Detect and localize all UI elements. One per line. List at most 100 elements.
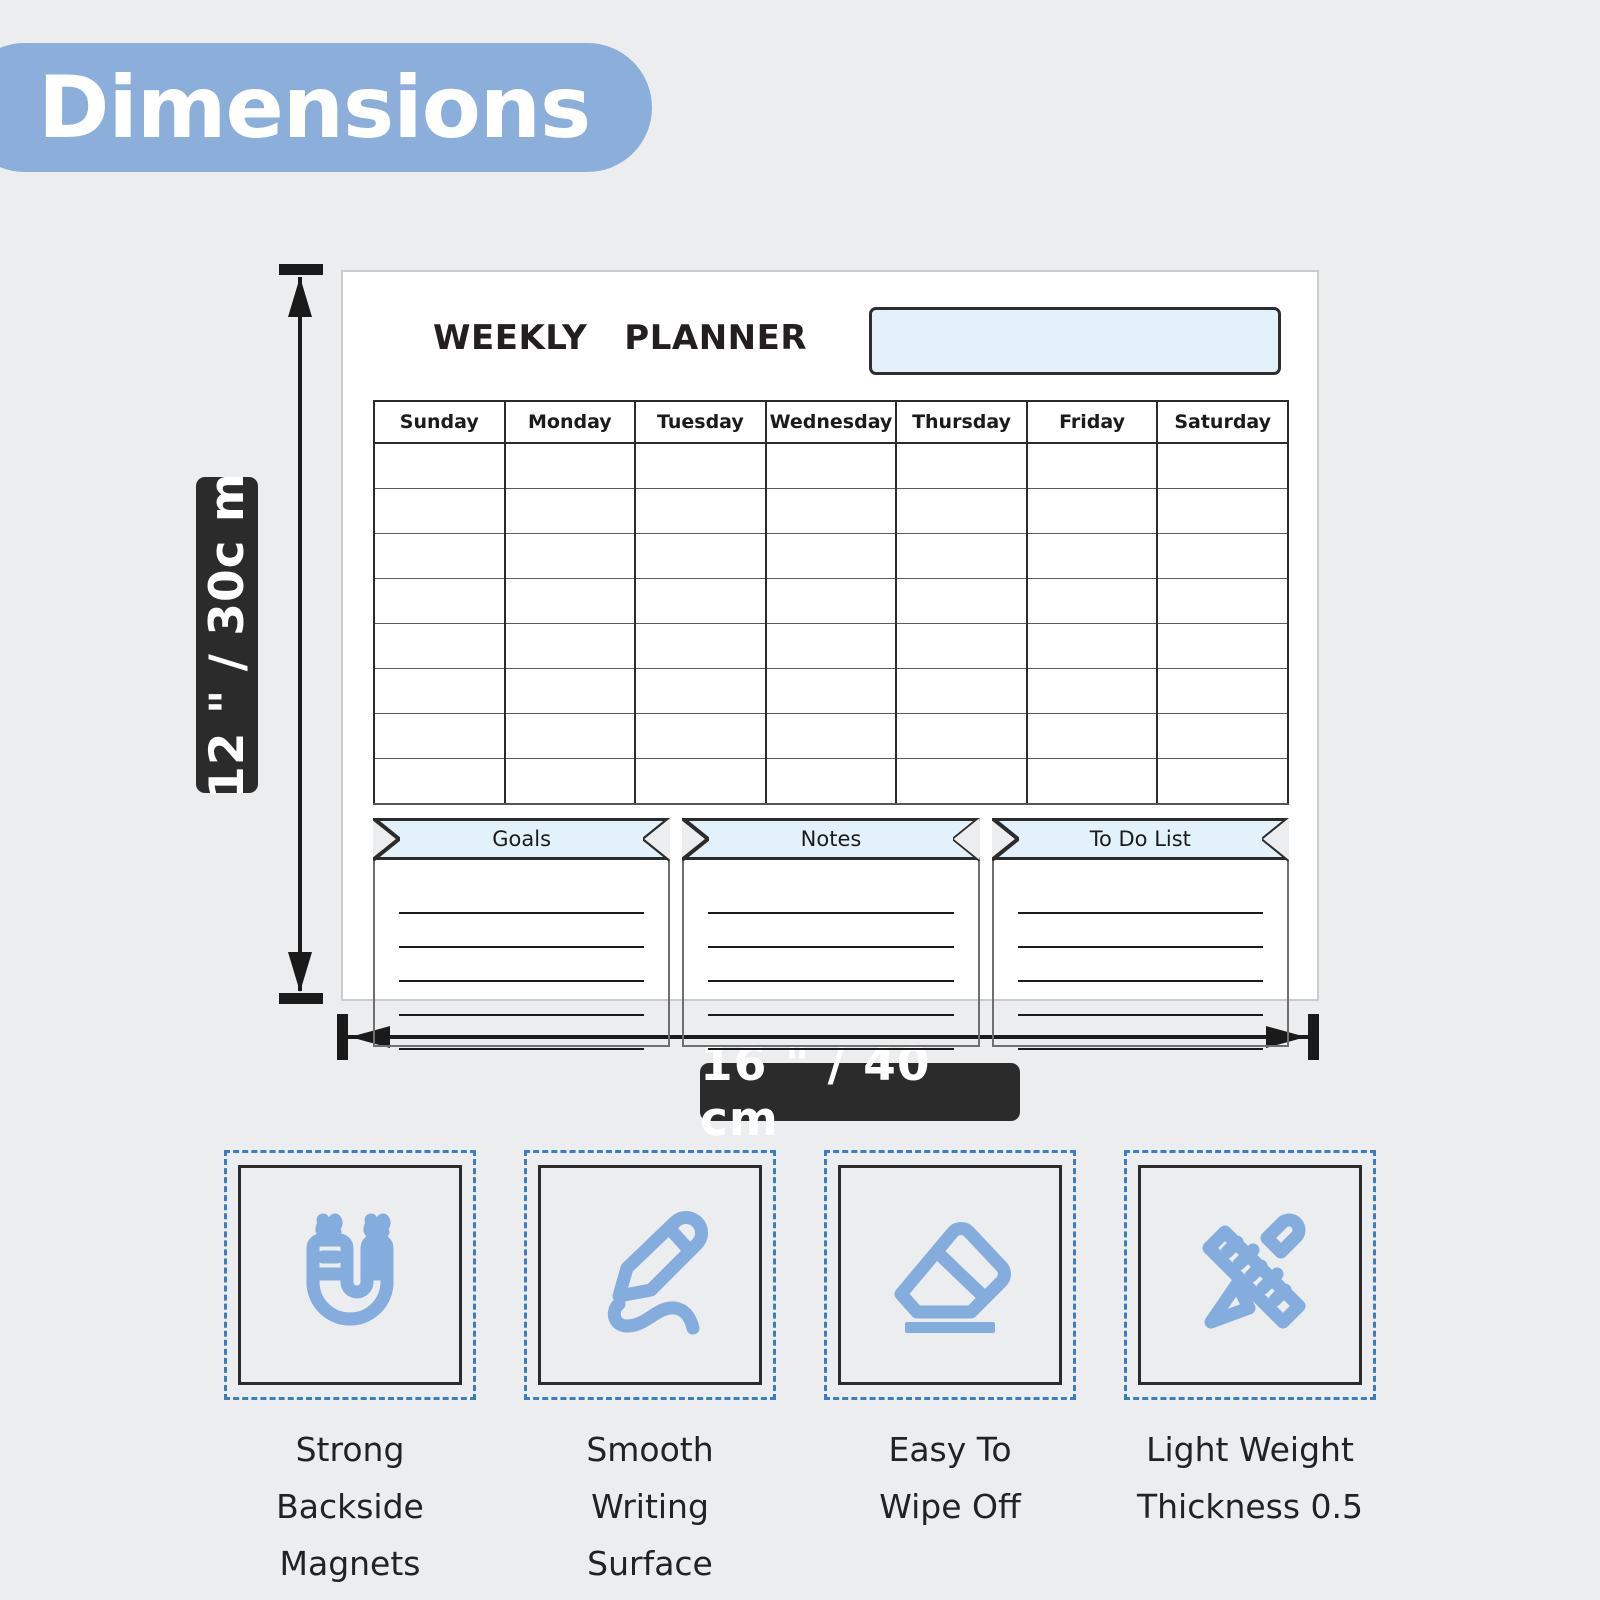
week-cell[interactable] <box>764 533 898 579</box>
table-row <box>373 488 1289 534</box>
feature-line-2: Backside Magnets <box>276 1486 424 1583</box>
week-cell[interactable] <box>764 442 898 489</box>
writing-line[interactable] <box>708 954 954 982</box>
writing-line[interactable] <box>708 886 954 914</box>
writing-line[interactable] <box>399 886 645 914</box>
section-goals-lines[interactable] <box>373 860 671 1050</box>
week-cell[interactable] <box>373 758 506 805</box>
week-cell[interactable] <box>764 578 898 624</box>
week-cell[interactable] <box>1025 578 1159 624</box>
feature-line-1: Smooth <box>586 1430 714 1469</box>
writing-line[interactable] <box>708 920 954 948</box>
feature-caption-weight: Light Weight Thickness 0.5 <box>1137 1422 1363 1536</box>
week-cell[interactable] <box>895 668 1028 714</box>
week-cell[interactable] <box>1156 713 1289 759</box>
week-cell[interactable] <box>1156 533 1289 579</box>
week-cell[interactable] <box>634 578 767 624</box>
week-cell[interactable] <box>1025 713 1159 759</box>
week-cell[interactable] <box>634 668 767 714</box>
week-cell[interactable] <box>503 533 637 579</box>
week-cell[interactable] <box>1156 488 1289 534</box>
week-cell[interactable] <box>373 442 506 489</box>
writing-line[interactable] <box>399 920 645 948</box>
week-cell[interactable] <box>373 533 506 579</box>
chevron-left-icon <box>682 818 710 866</box>
week-cell[interactable] <box>503 488 637 534</box>
writing-line[interactable] <box>1017 954 1263 982</box>
week-cell[interactable] <box>764 623 898 669</box>
week-cell[interactable] <box>373 578 506 624</box>
week-cell[interactable] <box>634 623 767 669</box>
week-cell[interactable] <box>373 623 506 669</box>
week-cell[interactable] <box>1025 488 1159 534</box>
week-cell[interactable] <box>373 713 506 759</box>
week-grid-body <box>373 442 1289 805</box>
writing-line[interactable] <box>399 954 645 982</box>
feature-icon-box <box>538 1165 762 1385</box>
week-cell[interactable] <box>895 533 1028 579</box>
feature-line-1: Strong <box>295 1430 405 1469</box>
week-cell[interactable] <box>634 758 767 805</box>
height-dimension-line <box>298 277 302 991</box>
week-cell[interactable] <box>503 668 637 714</box>
writing-line[interactable] <box>1017 1022 1263 1050</box>
feature-line-1: Light Weight <box>1146 1430 1354 1469</box>
day-header-monday: Monday <box>503 400 637 444</box>
chevron-left-icon <box>991 818 1019 866</box>
feature-icon-box <box>838 1165 1062 1385</box>
feature-icon-box <box>238 1165 462 1385</box>
week-cell[interactable] <box>895 578 1028 624</box>
pencil-writing-icon <box>607 1210 709 1335</box>
writing-line[interactable] <box>1017 920 1263 948</box>
day-header-tuesday: Tuesday <box>634 400 767 444</box>
week-cell[interactable] <box>634 533 767 579</box>
week-cell[interactable] <box>1156 578 1289 624</box>
planner-week-field[interactable] <box>869 307 1281 375</box>
section-notes-lines[interactable] <box>682 860 980 1050</box>
section-todo-lines[interactable] <box>991 860 1289 1050</box>
week-cell[interactable] <box>895 488 1028 534</box>
width-cap-left <box>337 1014 348 1060</box>
week-cell[interactable] <box>634 488 767 534</box>
week-cell[interactable] <box>895 623 1028 669</box>
week-cell[interactable] <box>1025 668 1159 714</box>
week-cell[interactable] <box>634 442 767 489</box>
week-cell[interactable] <box>895 758 1028 805</box>
writing-line[interactable] <box>399 1022 645 1050</box>
week-cell[interactable] <box>764 488 898 534</box>
day-header-saturday: Saturday <box>1156 400 1289 444</box>
week-cell[interactable] <box>1025 623 1159 669</box>
week-cell[interactable] <box>503 758 637 805</box>
feature-line-2: Writing Surface <box>587 1486 713 1583</box>
table-row <box>373 713 1289 759</box>
writing-line[interactable] <box>1017 988 1263 1016</box>
week-cell[interactable] <box>1156 668 1289 714</box>
week-cell[interactable] <box>373 488 506 534</box>
week-cell[interactable] <box>503 713 637 759</box>
week-cell[interactable] <box>764 713 898 759</box>
week-cell[interactable] <box>373 668 506 714</box>
week-cell[interactable] <box>634 713 767 759</box>
writing-line[interactable] <box>708 988 954 1016</box>
feature-frame <box>224 1150 476 1400</box>
day-header-sunday: Sunday <box>373 400 506 444</box>
week-cell[interactable] <box>895 713 1028 759</box>
week-cell[interactable] <box>1156 758 1289 805</box>
week-cell[interactable] <box>1025 533 1159 579</box>
writing-line[interactable] <box>1017 886 1263 914</box>
week-cell[interactable] <box>1025 758 1159 805</box>
week-cell[interactable] <box>503 442 637 489</box>
week-cell[interactable] <box>895 442 1028 489</box>
week-cell[interactable] <box>503 623 637 669</box>
writing-line[interactable] <box>399 988 645 1016</box>
week-cell[interactable] <box>1156 442 1289 489</box>
writing-line[interactable] <box>708 1022 954 1050</box>
week-cell[interactable] <box>503 578 637 624</box>
week-cell[interactable] <box>1025 442 1159 489</box>
section-notes: Notes <box>682 818 980 1050</box>
height-arrow-down-icon <box>288 952 312 992</box>
week-cell[interactable] <box>1156 623 1289 669</box>
week-cell[interactable] <box>764 668 898 714</box>
week-cell[interactable] <box>764 758 898 805</box>
table-row <box>373 668 1289 714</box>
